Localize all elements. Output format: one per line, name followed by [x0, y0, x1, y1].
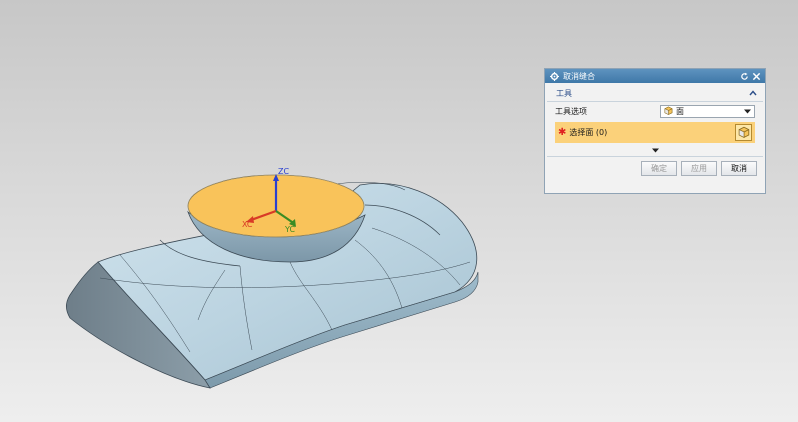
unsew-dialog: 取消缝合 工具 工具选项 面 ✱ 选择面 (0) 确定 应用 取消	[544, 68, 766, 194]
zc-axis-label: ZC	[278, 167, 289, 176]
asterisk-icon: ✱	[558, 127, 567, 138]
ok-button[interactable]: 确定	[641, 161, 677, 176]
graphics-viewport[interactable]: ZC XC YC	[0, 0, 798, 422]
tool-option-row: 工具选项 面	[545, 102, 765, 120]
tool-option-label: 工具选项	[555, 106, 587, 116]
chevron-up-icon[interactable]	[749, 89, 757, 98]
chevron-down-icon[interactable]	[744, 107, 751, 116]
gear-icon[interactable]	[549, 71, 559, 81]
apply-button[interactable]: 应用	[681, 161, 717, 176]
select-face-row[interactable]: ✱ 选择面 (0)	[555, 122, 755, 143]
chevron-down-icon[interactable]	[651, 146, 659, 155]
tool-option-value: 面	[676, 106, 684, 116]
tool-option-select[interactable]: 面	[660, 104, 755, 118]
cancel-button[interactable]: 取消	[721, 161, 757, 176]
dialog-titlebar[interactable]: 取消缝合	[545, 69, 765, 83]
tool-section-label: 工具	[556, 89, 572, 98]
select-face-label: 选择面 (0)	[569, 128, 608, 137]
tool-section-header[interactable]: 工具	[547, 86, 763, 102]
xc-axis-label: XC	[242, 220, 253, 229]
close-icon[interactable]	[751, 71, 761, 81]
yc-axis-label: YC	[284, 225, 295, 234]
face-cube-icon	[738, 126, 750, 140]
dialog-title: 取消缝合	[563, 71, 595, 81]
face-cube-icon	[664, 106, 673, 117]
more-options-expander[interactable]	[547, 145, 763, 157]
dialog-button-bar: 确定 应用 取消	[545, 157, 765, 176]
reset-icon[interactable]	[739, 71, 749, 81]
select-face-button[interactable]	[735, 124, 752, 141]
